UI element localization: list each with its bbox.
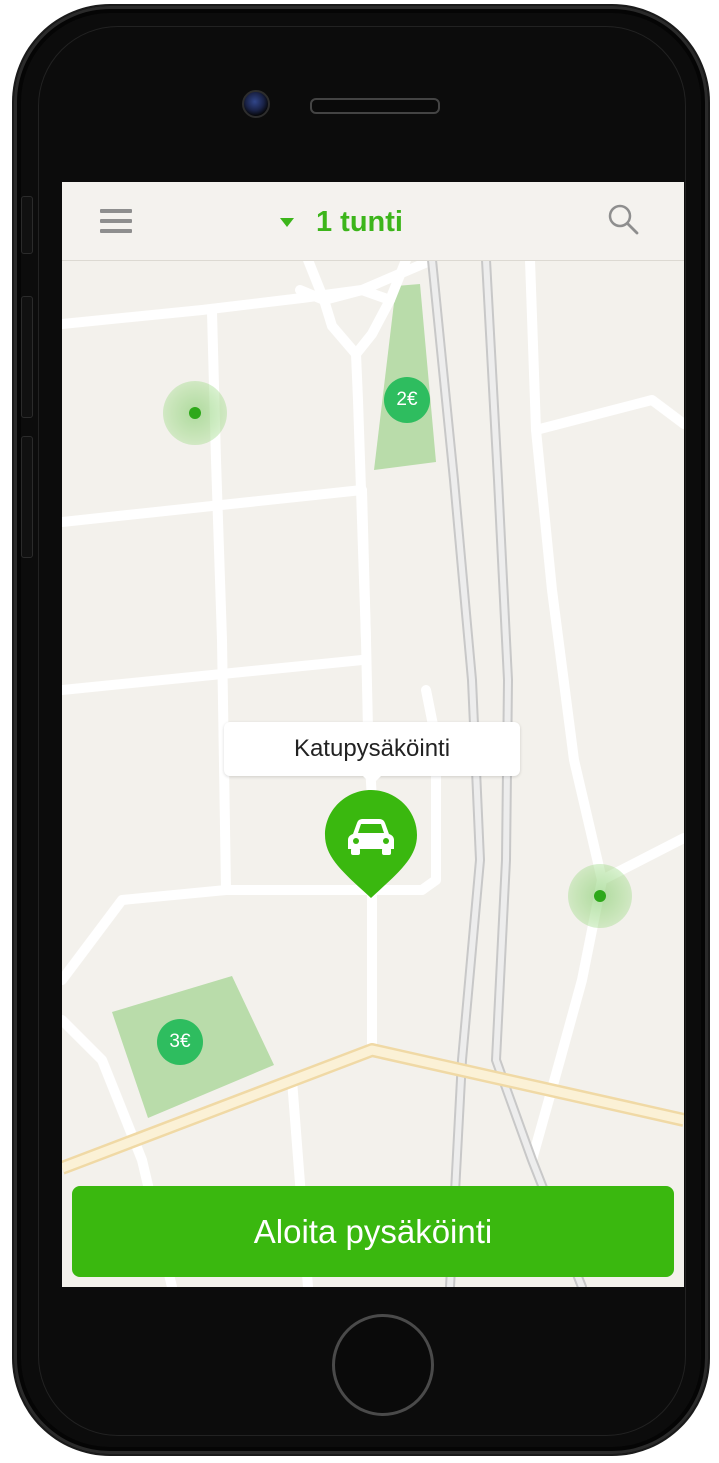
- parking-spot-marker[interactable]: [568, 864, 632, 928]
- search-icon[interactable]: [606, 202, 642, 238]
- map-view[interactable]: 2€ 3€ Katupysäköinti: [62, 260, 684, 1287]
- app-screen: 1 tunti 2€ 3€ Katupysäköinti Aloita pysä…: [62, 182, 684, 1287]
- duration-label: 1 tunti: [316, 205, 403, 238]
- front-camera: [242, 90, 270, 118]
- mute-switch: [21, 196, 33, 254]
- home-button[interactable]: [332, 1314, 434, 1416]
- duration-selector[interactable]: 1 tunti: [280, 204, 403, 240]
- price-badge[interactable]: 3€: [157, 1019, 203, 1065]
- price-badge[interactable]: 2€: [384, 377, 430, 423]
- location-pin[interactable]: [322, 788, 420, 900]
- parking-spot-marker[interactable]: [163, 381, 227, 445]
- start-parking-button[interactable]: Aloita pysäköinti: [72, 1186, 674, 1277]
- earpiece-speaker: [310, 98, 440, 114]
- caret-down-icon: [280, 217, 294, 227]
- location-callout[interactable]: Katupysäköinti: [224, 722, 520, 785]
- top-bar: 1 tunti: [62, 182, 684, 261]
- callout-label: Katupysäköinti: [293, 735, 451, 762]
- volume-up-button: [21, 296, 33, 418]
- volume-down-button: [21, 436, 33, 558]
- hamburger-menu-icon[interactable]: [100, 209, 132, 233]
